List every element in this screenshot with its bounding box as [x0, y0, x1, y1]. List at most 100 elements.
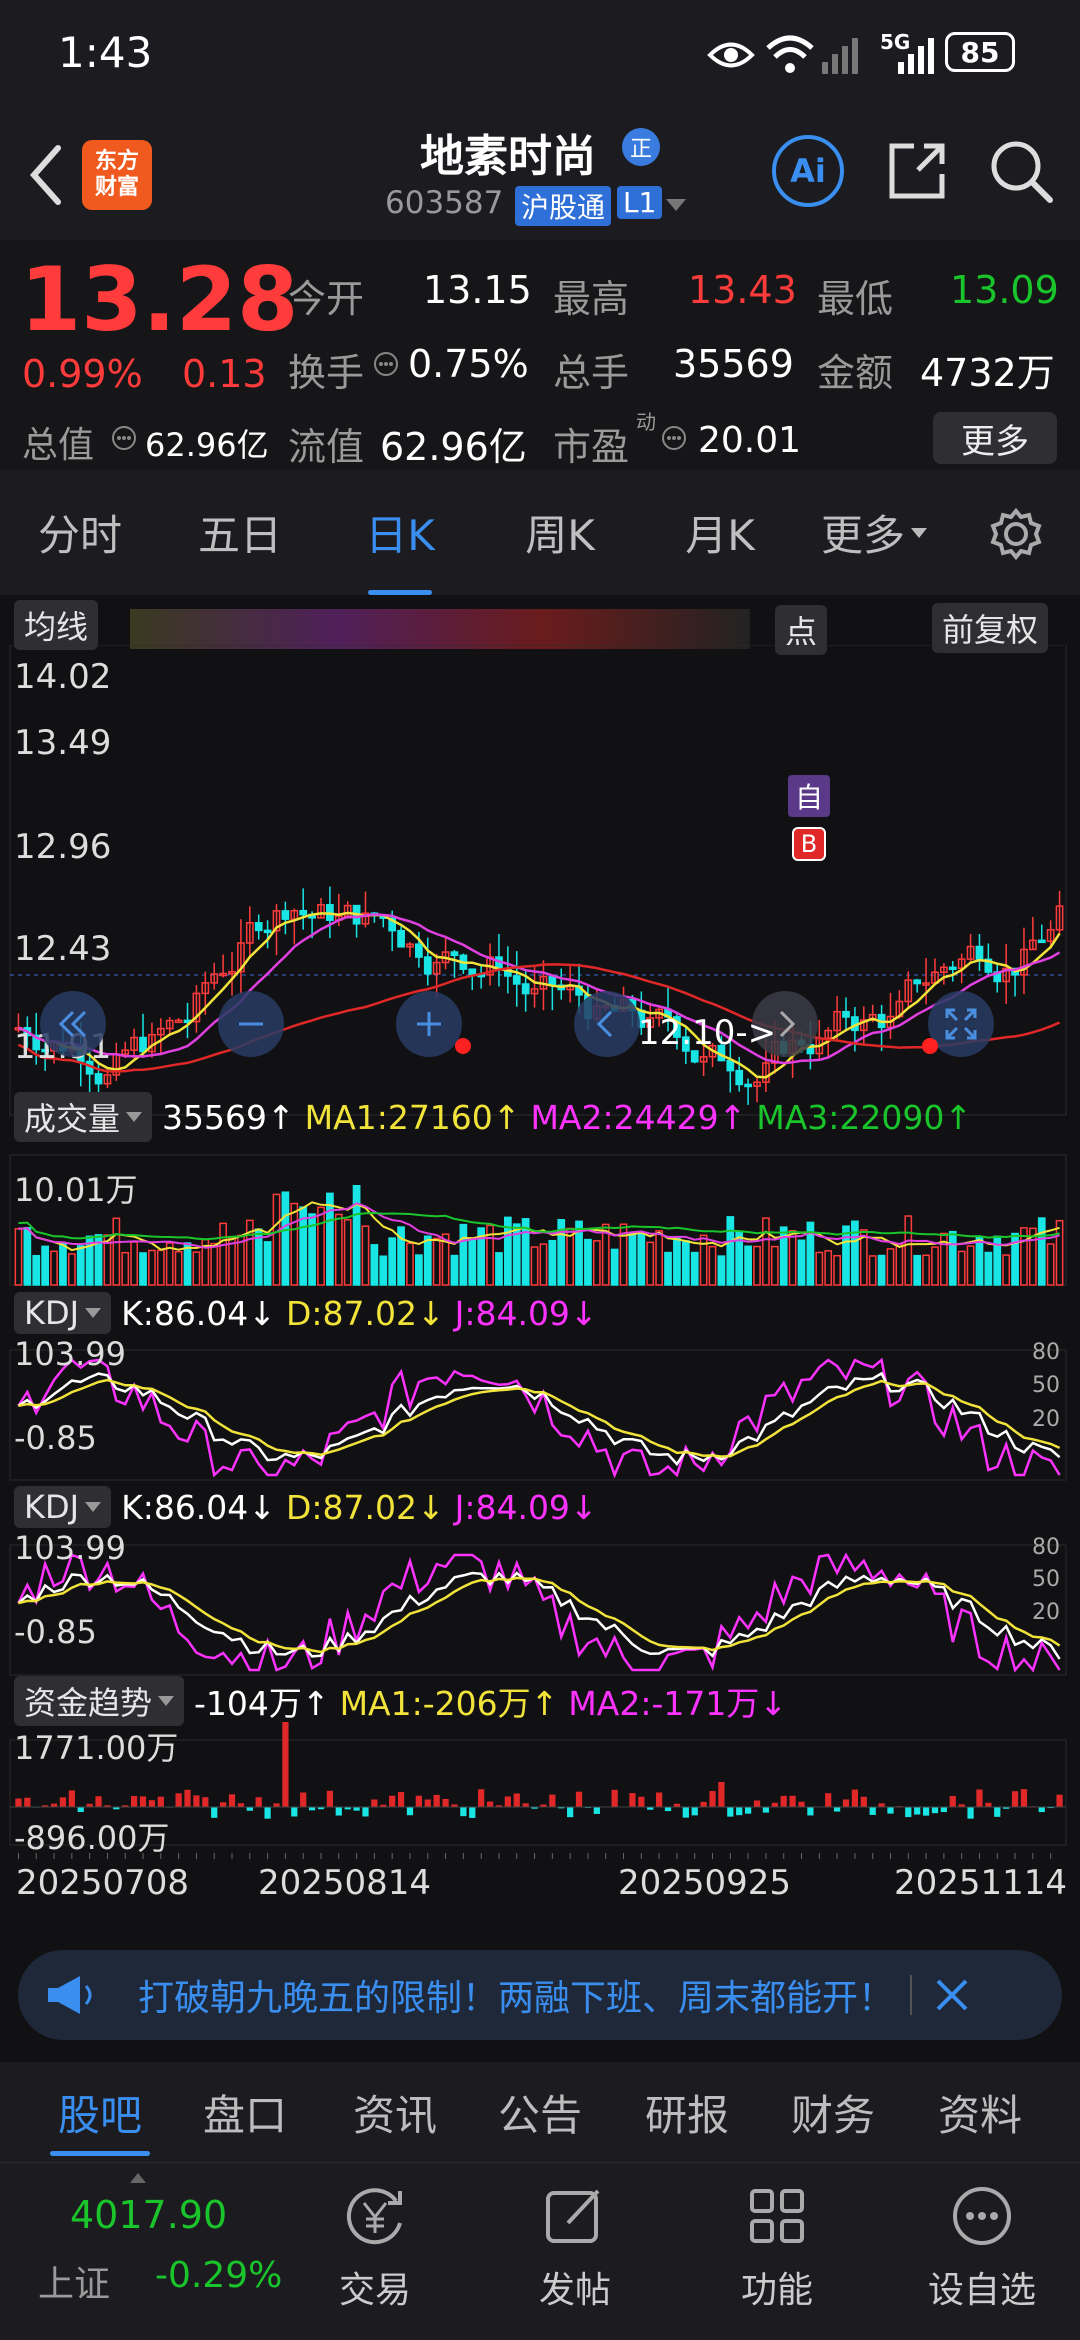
- volume-bar: [112, 1217, 121, 1286]
- volume-bar: [59, 1242, 67, 1286]
- fund-bar: [522, 1803, 529, 1807]
- volume-bar: [406, 1242, 414, 1286]
- volume-label: 总手: [553, 351, 630, 395]
- volume-bar: [690, 1251, 699, 1286]
- ai-button[interactable]: Ai: [772, 135, 844, 207]
- nav-bar: 东方 财富 地素时尚 正 603587 沪股通 L1 Ai: [0, 110, 1080, 240]
- fund-bar: [326, 1790, 334, 1807]
- fund-trend-selector[interactable]: 资金趋势: [14, 1676, 185, 1726]
- chevron-down-icon: [911, 527, 927, 538]
- tab-daily-k[interactable]: 日K: [320, 470, 480, 595]
- chevron-down-icon[interactable]: [664, 196, 688, 216]
- fund-bar: [976, 1789, 983, 1807]
- volume-bar: [904, 1215, 913, 1286]
- fund-bar: [1038, 1807, 1045, 1813]
- info-icon[interactable]: [660, 424, 688, 452]
- scroll-left-fast-button[interactable]: [40, 991, 106, 1057]
- float-label: 流值: [288, 425, 365, 469]
- tab-more-label: 更多: [820, 511, 905, 560]
- volume-bar: [165, 1242, 174, 1286]
- kdj-d: D:87.02↓: [285, 1293, 445, 1333]
- volume-bar: [851, 1220, 859, 1286]
- tab-more[interactable]: 更多: [800, 470, 950, 595]
- fund-bar: [949, 1795, 956, 1807]
- self-tag[interactable]: 自: [788, 775, 830, 817]
- app-logo[interactable]: 东方 财富: [82, 140, 152, 210]
- level-tag[interactable]: L1: [617, 186, 663, 219]
- scroll-left-button[interactable]: [574, 991, 640, 1057]
- fund-bottom: -896.00万: [14, 1819, 170, 1857]
- info-icon[interactable]: [110, 424, 138, 452]
- tab-five-day[interactable]: 五日: [160, 470, 320, 595]
- trade-button[interactable]: 交易: [310, 2183, 440, 2333]
- chevron-up-icon[interactable]: [128, 2171, 148, 2185]
- trade-label: 交易: [338, 2270, 411, 2311]
- function-button[interactable]: 功能: [712, 2183, 842, 2333]
- tab-monthly-k[interactable]: 月K: [640, 470, 800, 595]
- more-button[interactable]: 更多: [933, 412, 1057, 464]
- volume-bar: [948, 1230, 957, 1286]
- post-button[interactable]: 发帖: [510, 2183, 640, 2333]
- fund-bar: [504, 1796, 511, 1807]
- fund-bar: [629, 1793, 636, 1807]
- fund-bar: [869, 1807, 876, 1815]
- low-label: 最低: [817, 277, 894, 321]
- volume-bar: [966, 1245, 975, 1286]
- volume-bar: [183, 1242, 192, 1286]
- zoom-out-button[interactable]: [218, 991, 284, 1057]
- tab-profile[interactable]: 资料: [885, 2062, 1075, 2162]
- candle-body: [726, 1059, 735, 1072]
- volume-bar: [895, 1243, 904, 1286]
- stock-name: 地素时尚: [420, 131, 596, 182]
- zoom-in-button[interactable]: [396, 991, 462, 1057]
- fund-bar: [24, 1797, 31, 1807]
- share-icon[interactable]: [884, 138, 950, 204]
- tab-intraday[interactable]: 分时: [0, 470, 160, 595]
- candle-body: [299, 909, 308, 916]
- ma-selector[interactable]: 均线: [14, 600, 99, 650]
- fund-value: -104万↑: [194, 1684, 330, 1723]
- volume-bar: [334, 1213, 343, 1286]
- tab-weekly-k[interactable]: 周K: [480, 470, 640, 595]
- fund-bar: [300, 1792, 307, 1807]
- volume-bar: [681, 1240, 690, 1286]
- fund-top: 1771.00万: [14, 1729, 179, 1767]
- candle-body: [913, 979, 922, 985]
- add-watchlist-label: 设自选: [927, 2270, 1036, 2311]
- wifi-icon: [766, 35, 814, 73]
- fund-bar: [567, 1807, 574, 1818]
- volume-ma3: MA3:22090↑: [756, 1097, 973, 1137]
- settings-gear-icon[interactable]: [990, 508, 1042, 560]
- search-icon[interactable]: [988, 138, 1056, 206]
- fund-bar: [1011, 1791, 1019, 1807]
- change-amount: 0.13: [182, 352, 267, 396]
- kdj-selector-2[interactable]: KDJ: [14, 1486, 112, 1528]
- volume-bar: [263, 1241, 272, 1286]
- volume-bar: [450, 1254, 459, 1286]
- buy-tag[interactable]: B: [792, 827, 826, 861]
- float-value: 62.96亿: [380, 425, 527, 469]
- add-watchlist-button[interactable]: 设自选: [912, 2183, 1052, 2333]
- open-label: 今开: [288, 277, 365, 321]
- date-label: 20250814: [258, 1863, 432, 1903]
- volume-selector[interactable]: 成交量: [14, 1092, 153, 1142]
- info-icon[interactable]: [372, 350, 400, 378]
- kdj-bottom: -0.85: [14, 1419, 97, 1457]
- fund-bar: [424, 1799, 431, 1807]
- fund-bar: [931, 1807, 939, 1814]
- promo-banner[interactable]: 打破朝九晚五的限制！两融下班、周末都能开！: [18, 1950, 1062, 2040]
- ma10-line: [17, 913, 1061, 1065]
- volume-bar: [717, 1255, 726, 1286]
- fund-bar: [77, 1807, 84, 1813]
- kdj-selector[interactable]: KDJ: [14, 1292, 112, 1334]
- plus-icon: [417, 1012, 441, 1036]
- index-value[interactable]: 4017.90: [70, 2193, 227, 2237]
- turnover-value: 0.75%: [408, 342, 529, 386]
- fund-bar: [780, 1795, 787, 1807]
- back-icon[interactable]: [20, 140, 70, 210]
- close-icon[interactable]: [932, 1975, 972, 2015]
- marker-dot: [455, 1038, 471, 1054]
- more-dots-icon: [953, 2187, 1011, 2245]
- volume-bar: [824, 1250, 833, 1286]
- volume-bar: [957, 1250, 966, 1286]
